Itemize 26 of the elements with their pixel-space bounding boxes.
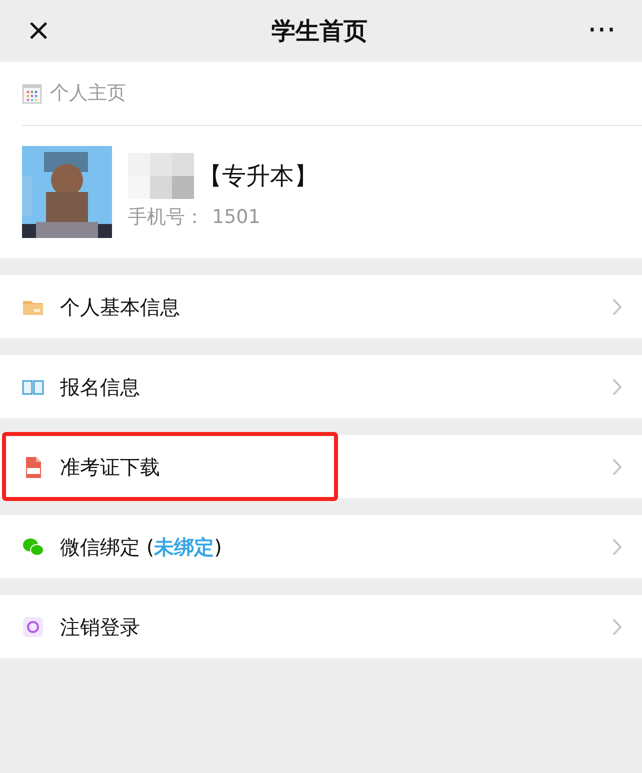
menu-label: 准考证下载 [60, 454, 161, 480]
program-tag: 【专升本】 [198, 158, 318, 194]
page-title: 学生首页 [271, 16, 368, 47]
chevron-right-icon [612, 618, 622, 636]
close-button[interactable]: × [20, 16, 58, 46]
menu-item[interactable]: 微信绑定 (未绑定) [0, 515, 642, 578]
calendar-icon [22, 84, 42, 104]
phone-number: 1501 [212, 204, 260, 230]
more-button[interactable]: ··· [581, 16, 622, 46]
section-title: 个人主页 [50, 81, 126, 106]
menu-item[interactable]: 报名信息 [0, 355, 642, 418]
phone-label: 手机号： [128, 204, 204, 230]
chevron-right-icon [612, 378, 622, 396]
menu-label: 个人基本信息 [60, 294, 181, 320]
chevron-right-icon [612, 458, 622, 476]
menu-item[interactable]: 个人基本信息 [0, 275, 642, 338]
chevron-right-icon [612, 538, 622, 556]
menu-label: 注销登录 [60, 614, 141, 640]
chevron-right-icon [612, 298, 622, 316]
menu-label: 微信绑定 (未绑定) [60, 534, 223, 560]
chat-bubbles-icon [22, 536, 44, 558]
menu-label: 报名信息 [60, 374, 141, 400]
menu-item[interactable]: 注销登录 [0, 595, 642, 658]
power-icon [22, 616, 44, 638]
menu-item[interactable]: 准考证下载 [0, 435, 642, 498]
blurred-name [128, 152, 194, 199]
